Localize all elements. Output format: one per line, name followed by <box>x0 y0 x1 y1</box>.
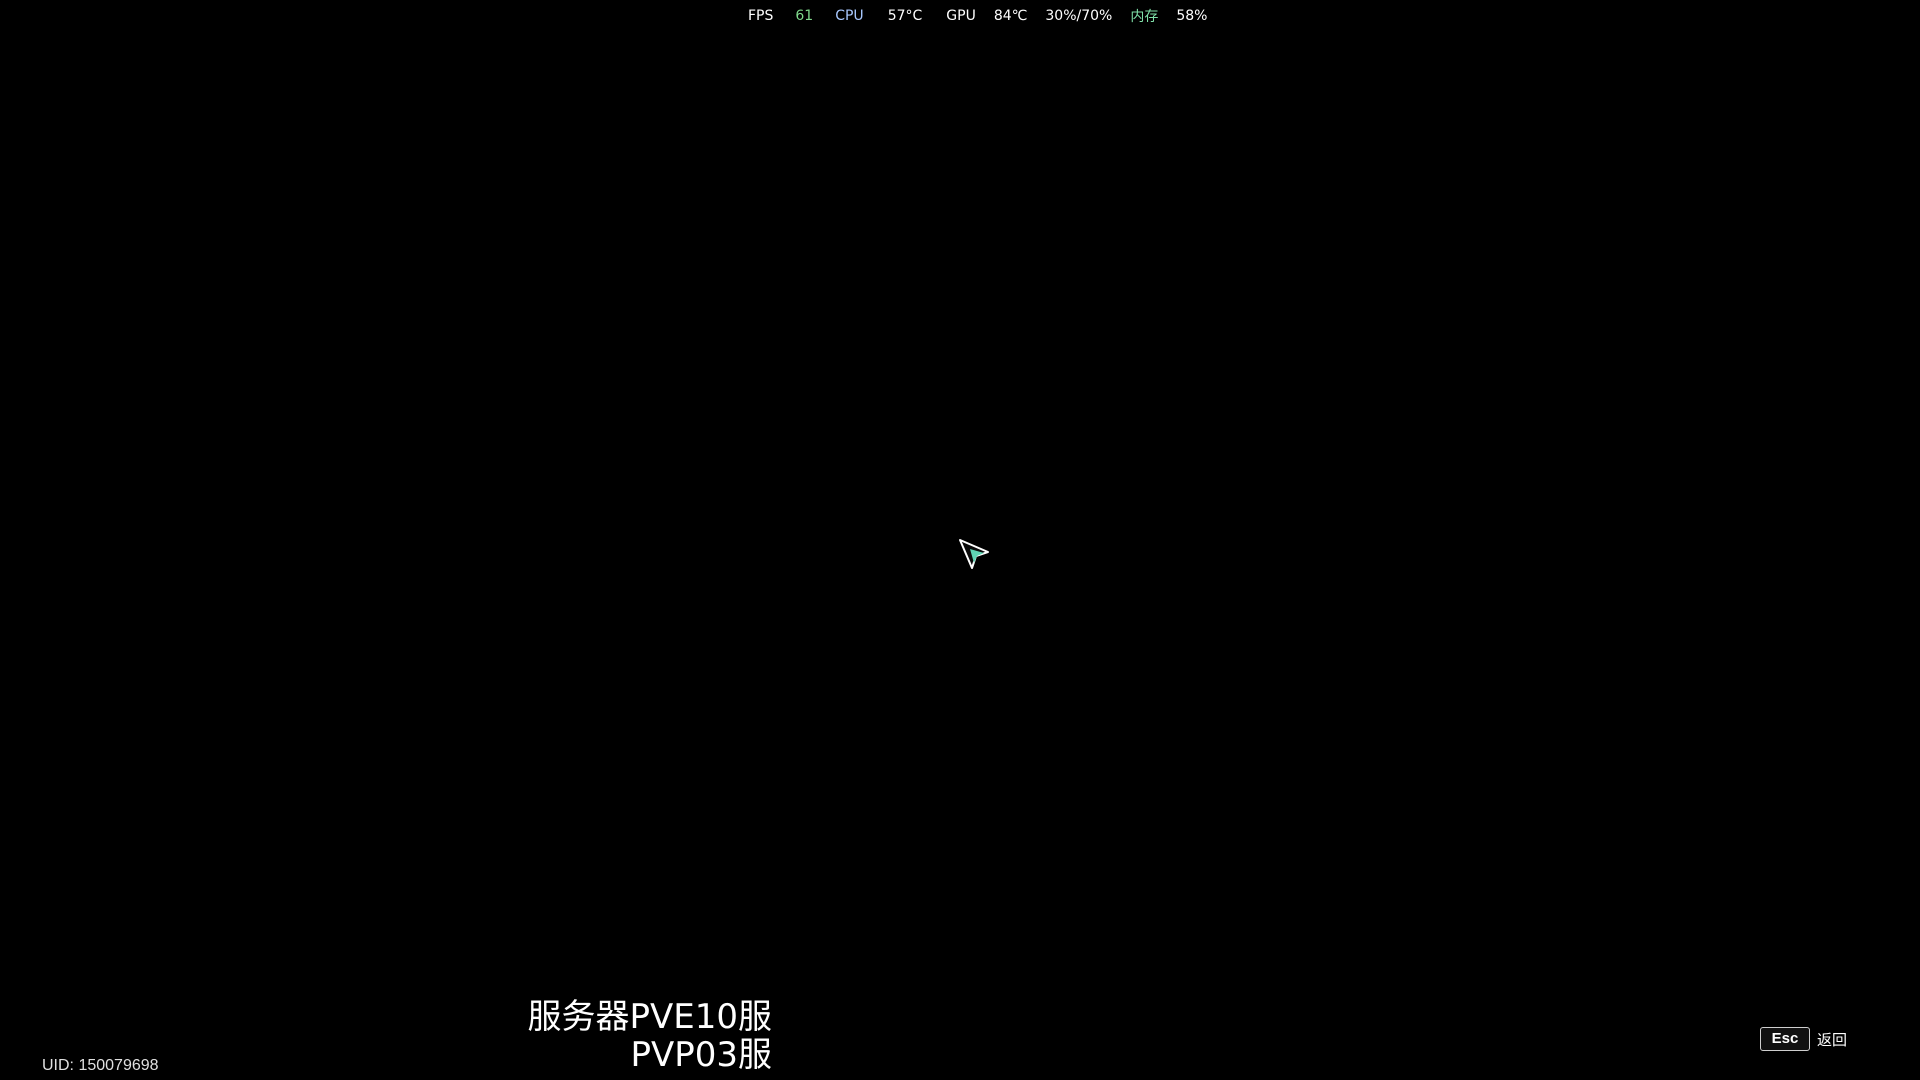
user-id: UID: 150079698 <box>42 1057 159 1074</box>
back-button[interactable]: Esc 返回 <box>1760 1027 1847 1051</box>
game-screen[interactable]: FPS 61 CPU 57°C GPU 84℃ 30%/70% 内存 58% 服… <box>0 0 1920 1080</box>
back-label[interactable]: 返回 <box>1817 1029 1847 1050</box>
fps-value: 61 <box>795 8 814 24</box>
server-mode-line: PVP03服 <box>630 1035 772 1075</box>
cursor-arrow-icon <box>958 538 994 574</box>
server-name-line: 服务器PVE10服 <box>527 997 772 1037</box>
server-info: 服务器PVE10服 PVP03服 <box>527 998 772 1074</box>
esc-key-badge[interactable]: Esc <box>1760 1027 1810 1051</box>
gpu-usage: 30%/70% <box>1045 8 1113 24</box>
fps-label: FPS <box>748 8 774 24</box>
gpu-label: GPU <box>946 8 976 24</box>
cpu-temperature: 57°C <box>887 8 923 24</box>
cpu-label: CPU <box>835 8 864 24</box>
performance-overlay: FPS 61 CPU 57°C GPU 84℃ 30%/70% 内存 58% <box>748 6 1207 26</box>
memory-value: 58% <box>1176 8 1208 24</box>
memory-label: 内存 <box>1130 9 1159 25</box>
gpu-temperature: 84℃ <box>993 8 1028 24</box>
